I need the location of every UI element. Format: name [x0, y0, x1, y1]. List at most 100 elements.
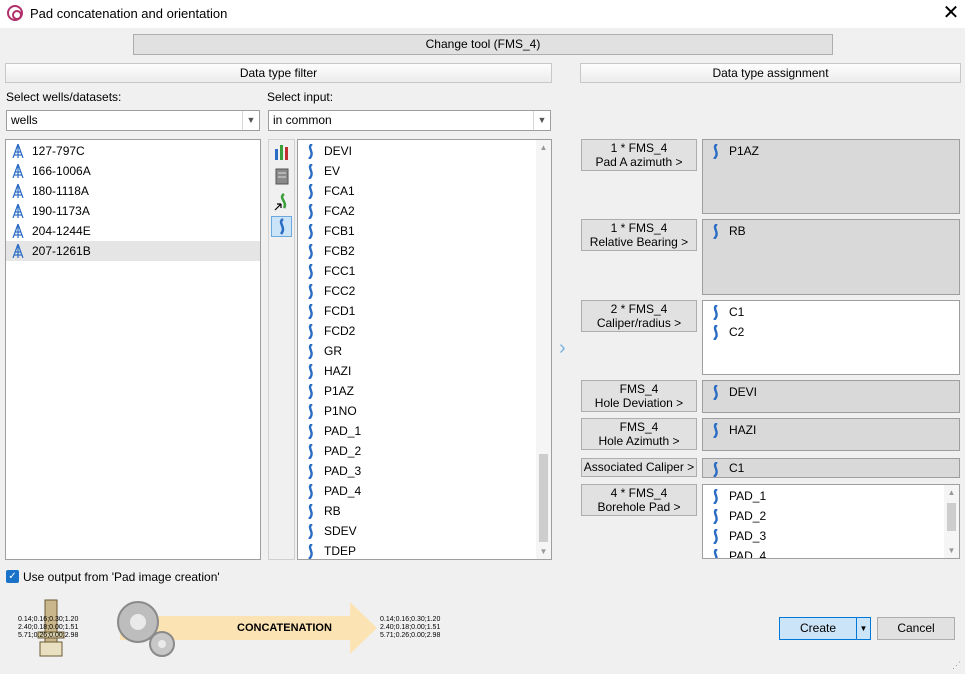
curve-icon	[305, 443, 317, 460]
assign-button[interactable]: 1 * FMS_4 Pad A azimuth >	[581, 139, 697, 171]
curve-icon	[710, 548, 722, 558]
assign-scrollbar[interactable]: ▲ ▼	[944, 485, 959, 558]
bar-chart-icon[interactable]	[272, 142, 292, 162]
assign-box[interactable]: DEVI	[702, 380, 960, 413]
curve-icon	[305, 503, 317, 520]
well-item[interactable]: 166-1006A	[6, 161, 260, 181]
assign-box[interactable]: RB	[702, 219, 960, 295]
curve-item[interactable]: FCA2	[298, 201, 551, 221]
assigned-curve[interactable]: PAD_4	[703, 546, 959, 558]
curve-item[interactable]: DEVI	[298, 141, 551, 161]
assigned-curve[interactable]: DEVI	[703, 382, 959, 402]
cancel-button[interactable]: Cancel	[877, 617, 955, 640]
close-icon[interactable]: ✕	[941, 2, 961, 24]
curve-item[interactable]: P1AZ	[298, 381, 551, 401]
assigned-curve[interactable]: RB	[703, 221, 959, 241]
resize-grip-icon[interactable]: ⋰	[952, 660, 962, 670]
well-item[interactable]: 204-1244E	[6, 221, 260, 241]
assigned-curve[interactable]: C2	[703, 322, 959, 342]
curve-item[interactable]: FCC2	[298, 281, 551, 301]
curve-item[interactable]: PAD_2	[298, 441, 551, 461]
curve-item[interactable]: PAD_3	[298, 461, 551, 481]
input-combo[interactable]: in common ▼	[268, 110, 551, 131]
scroll-down-icon[interactable]: ▼	[944, 543, 959, 558]
curve-label: PAD_2	[324, 444, 362, 458]
curve-item[interactable]: FCC1	[298, 261, 551, 281]
chevron-down-icon[interactable]: ▼	[533, 111, 550, 130]
assigned-curve[interactable]: PAD_1	[703, 486, 959, 506]
well-label: 166-1006A	[32, 164, 91, 178]
assign-box[interactable]: C1	[702, 458, 960, 478]
assigned-curve[interactable]: HAZI	[703, 420, 959, 440]
curve-icon	[305, 463, 317, 480]
well-item[interactable]: 207-1261B	[6, 241, 260, 261]
assign-button-line2: Caliper/radius >	[596, 316, 682, 330]
well-icon	[12, 223, 24, 239]
assign-button[interactable]: FMS_4 Hole Azimuth >	[581, 418, 697, 450]
scroll-up-icon[interactable]: ▲	[944, 485, 959, 500]
curve-item[interactable]: FCD1	[298, 301, 551, 321]
assign-box[interactable]: P1AZ	[702, 139, 960, 214]
well-item[interactable]: 180-1118A	[6, 181, 260, 201]
curve-icon	[710, 528, 722, 545]
curve-icon	[305, 223, 317, 240]
assigned-curve[interactable]: PAD_2	[703, 506, 959, 526]
wells-list[interactable]: 127-797C 166-1006A 180-1118A 190-1173A 204-1…	[5, 139, 261, 560]
curve-item[interactable]: GR	[298, 341, 551, 361]
banner-left-values: 0.14;0.16;0.30;1.20 2.40;0.18;0.00;1.51 5.…	[18, 616, 79, 639]
app-icon	[7, 5, 23, 21]
chevron-down-icon[interactable]: ▼	[242, 111, 259, 130]
assign-button[interactable]: Associated Caliper >	[581, 458, 697, 477]
scroll-down-icon[interactable]: ▼	[536, 544, 551, 559]
use-output-checkbox[interactable]: ✓	[6, 570, 19, 583]
curve-item[interactable]: FCB2	[298, 241, 551, 261]
assign-button[interactable]: 2 * FMS_4 Caliper/radius >	[581, 300, 697, 332]
scroll-thumb[interactable]	[947, 503, 956, 531]
curve-icon	[305, 283, 317, 300]
curve-filter-icon[interactable]	[271, 216, 292, 237]
assign-button[interactable]: 4 * FMS_4 Borehole Pad >	[581, 484, 697, 516]
curve-label: TDEP	[324, 544, 357, 558]
assigned-curve[interactable]: PAD_3	[703, 526, 959, 546]
curve-item[interactable]: FCA1	[298, 181, 551, 201]
wells-combo[interactable]: wells ▼	[6, 110, 260, 131]
assign-button[interactable]: FMS_4 Hole Deviation >	[581, 380, 697, 412]
curve-item[interactable]: P1NO	[298, 401, 551, 421]
output-curve-icon[interactable]	[272, 192, 292, 212]
curve-icon	[305, 163, 317, 180]
curve-item[interactable]: HAZI	[298, 361, 551, 381]
scroll-thumb[interactable]	[539, 454, 548, 542]
curve-label: GR	[324, 344, 342, 358]
assign-button-line2: Hole Deviation >	[594, 396, 684, 410]
curve-item[interactable]: PAD_4	[298, 481, 551, 501]
well-item[interactable]: 190-1173A	[6, 201, 260, 221]
dataset-icon[interactable]	[272, 166, 292, 186]
curve-item[interactable]: FCB1	[298, 221, 551, 241]
use-output-label: Use output from 'Pad image creation'	[23, 570, 220, 584]
scroll-up-icon[interactable]: ▲	[536, 140, 551, 155]
curve-item[interactable]: TDEP	[298, 541, 551, 559]
well-item[interactable]: 127-797C	[6, 141, 260, 161]
create-dropdown-icon[interactable]: ▼	[856, 617, 871, 640]
assigned-curve[interactable]: C1	[703, 302, 959, 322]
curve-item[interactable]: FCD2	[298, 321, 551, 341]
curves-scrollbar[interactable]: ▲ ▼	[536, 140, 551, 559]
change-tool-button[interactable]: Change tool (FMS_4)	[133, 34, 833, 55]
assign-button-line1: 1 * FMS_4	[610, 221, 668, 235]
assign-button[interactable]: 1 * FMS_4 Relative Bearing >	[581, 219, 697, 251]
curve-icon	[710, 324, 722, 341]
assign-box[interactable]: HAZI	[702, 418, 960, 451]
curve-item[interactable]: RB	[298, 501, 551, 521]
assign-box[interactable]: PAD_1 PAD_2 PAD_3 PAD_4 ▲ ▼	[702, 484, 960, 559]
assigned-curve[interactable]: P1AZ	[703, 141, 959, 161]
assign-button-line2: Relative Bearing >	[589, 235, 689, 249]
curve-icon	[710, 461, 722, 477]
curves-list[interactable]: DEVI EV FCA1 FCA2 FCB1 FCB2 FCC1 FCC2 FCD1 FCD2 GR…	[297, 139, 552, 560]
curve-icon	[305, 363, 317, 380]
assigned-curve[interactable]: C1	[703, 459, 959, 477]
curve-item[interactable]: EV	[298, 161, 551, 181]
curve-item[interactable]: SDEV	[298, 521, 551, 541]
curve-item[interactable]: PAD_1	[298, 421, 551, 441]
create-button[interactable]: Create	[779, 617, 857, 640]
assign-box[interactable]: C1 C2	[702, 300, 960, 375]
